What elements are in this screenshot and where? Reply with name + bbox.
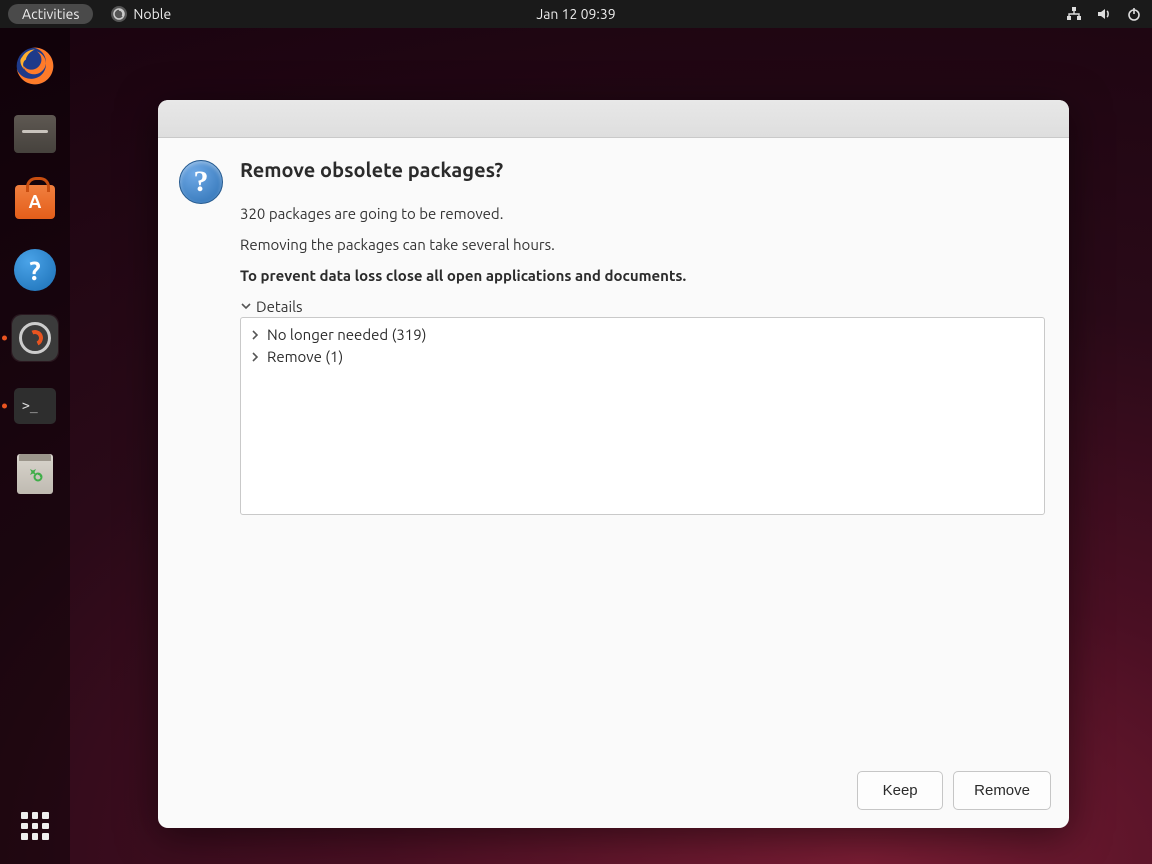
show-applications-button[interactable] bbox=[11, 802, 59, 850]
dock-software-updater[interactable] bbox=[11, 314, 59, 362]
details-label: Details bbox=[256, 298, 303, 315]
dock: ? >_ bbox=[0, 28, 70, 864]
software-store-icon bbox=[15, 185, 55, 219]
network-icon[interactable] bbox=[1066, 6, 1082, 22]
question-icon: ? bbox=[179, 160, 223, 204]
dialog-window: ? Remove obsolete packages? 320 packages… bbox=[158, 100, 1069, 828]
dock-software-store[interactable] bbox=[11, 178, 59, 226]
dialog-line-count: 320 packages are going to be removed. bbox=[240, 205, 1045, 222]
details-toggle[interactable]: Details bbox=[240, 298, 1045, 315]
details-tree[interactable]: No longer needed (319) Remove (1) bbox=[240, 317, 1045, 515]
tree-row-no-longer-needed[interactable]: No longer needed (319) bbox=[249, 324, 1036, 346]
chevron-right-icon bbox=[249, 352, 261, 362]
dialog-titlebar[interactable] bbox=[158, 100, 1069, 138]
dock-terminal[interactable]: >_ bbox=[11, 382, 59, 430]
chevron-right-icon bbox=[249, 330, 261, 340]
dialog-footer: Keep Remove bbox=[158, 757, 1069, 828]
system-tray[interactable] bbox=[1066, 6, 1142, 22]
power-icon[interactable] bbox=[1126, 6, 1142, 22]
tree-row-remove[interactable]: Remove (1) bbox=[249, 346, 1036, 368]
app-menu[interactable]: Noble bbox=[111, 6, 171, 22]
dock-help[interactable]: ? bbox=[11, 246, 59, 294]
top-bar: Activities Noble Jan 12 09:39 bbox=[0, 0, 1152, 28]
dock-files[interactable] bbox=[11, 110, 59, 158]
firefox-icon bbox=[13, 44, 57, 88]
activities-button[interactable]: Activities bbox=[8, 4, 93, 24]
tree-row-label: Remove (1) bbox=[267, 346, 343, 368]
dock-trash[interactable] bbox=[11, 450, 59, 498]
keep-button[interactable]: Keep bbox=[857, 771, 943, 810]
dock-firefox[interactable] bbox=[11, 42, 59, 90]
files-icon bbox=[14, 115, 56, 153]
software-updater-icon bbox=[12, 315, 58, 361]
volume-icon[interactable] bbox=[1096, 6, 1112, 22]
tree-row-label: No longer needed (319) bbox=[267, 324, 426, 346]
help-icon: ? bbox=[14, 249, 56, 291]
clock[interactable]: Jan 12 09:39 bbox=[536, 6, 615, 22]
chevron-down-icon bbox=[240, 298, 252, 315]
dialog-heading: Remove obsolete packages? bbox=[240, 158, 1045, 181]
dialog-warning: To prevent data loss close all open appl… bbox=[240, 267, 1045, 284]
trash-icon bbox=[17, 454, 53, 494]
remove-button[interactable]: Remove bbox=[953, 771, 1051, 810]
app-menu-label: Noble bbox=[133, 6, 171, 22]
dialog-line-duration: Removing the packages can take several h… bbox=[240, 236, 1045, 253]
terminal-icon: >_ bbox=[14, 388, 56, 424]
show-applications-icon bbox=[21, 812, 49, 840]
app-menu-icon bbox=[111, 6, 127, 22]
